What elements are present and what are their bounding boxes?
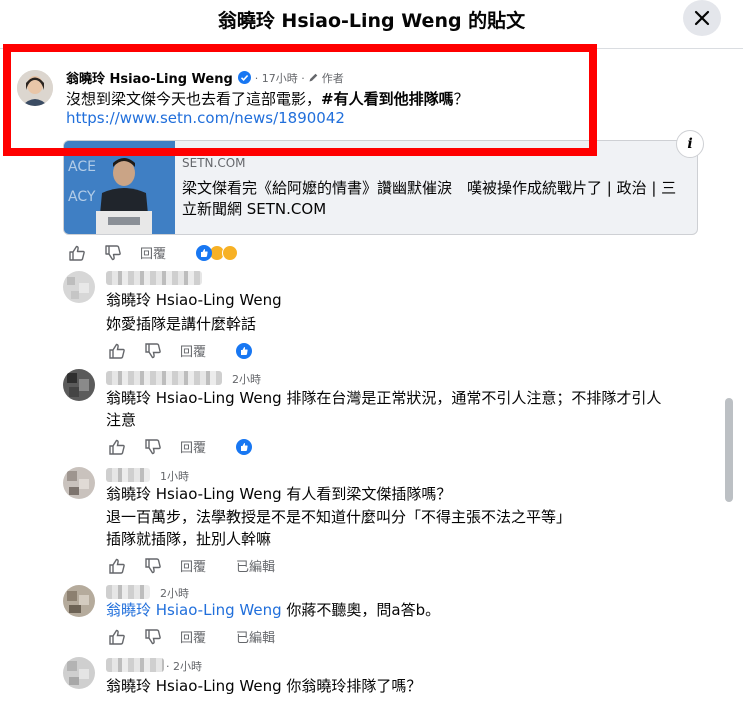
reply-button[interactable]: 回覆: [140, 243, 166, 262]
reply-button[interactable]: 回覆: [180, 556, 206, 575]
link-preview-domain: SETN.COM: [182, 156, 246, 170]
reply-button[interactable]: 回覆: [180, 341, 206, 360]
scrollbar-thumb[interactable]: [725, 398, 733, 502]
comment-time[interactable]: · 2小時: [166, 658, 202, 674]
comment-text-line: 妳愛插隊是講什麼幹話: [106, 315, 257, 333]
thumbs-up-icon[interactable]: [68, 244, 86, 262]
thumbs-down-icon[interactable]: [144, 438, 162, 456]
thumbs-down-icon[interactable]: [104, 244, 122, 262]
mention-tag[interactable]: 翁曉玲 Hsiao-Ling Weng: [106, 601, 282, 619]
scrollbar[interactable]: [722, 49, 736, 705]
svg-text:ACE: ACE: [68, 159, 96, 175]
thumbs-up-icon[interactable]: [108, 628, 126, 646]
thumbs-up-icon[interactable]: [108, 438, 126, 456]
comment-text-line: 翁曉玲 Hsiao-Ling Weng: [106, 291, 282, 309]
thumbs-down-icon[interactable]: [144, 342, 162, 360]
commenter-avatar[interactable]: [63, 585, 95, 617]
comment-actions: 回覆: [108, 437, 253, 456]
highlight-box: [3, 44, 597, 156]
comment-actions: 回覆 已編輯: [108, 627, 275, 646]
reply-button[interactable]: 回覆: [180, 437, 206, 456]
commenter-avatar[interactable]: [63, 467, 95, 499]
commenter-name-blurred[interactable]: [106, 585, 150, 599]
commenter-name-blurred[interactable]: [106, 371, 222, 385]
comment-time[interactable]: 2小時: [232, 371, 261, 387]
commenter-avatar[interactable]: [63, 271, 95, 303]
comment-text-line: 退一百萬步，法學教授是不是不知道什麼叫分「不得主張不法之平等」: [106, 508, 572, 526]
wow-reaction-icon: [222, 244, 239, 261]
thumbs-down-icon[interactable]: [144, 628, 162, 646]
comment-text-line: 插隊就插隊，扯別人幹嘛: [106, 530, 272, 548]
edited-label: 已編輯: [236, 560, 276, 575]
link-preview-title: 梁文傑看完《給阿嬤的情書》讚幽默催淚 嘆被操作成統戰片了 | 政治 | 三立新聞…: [182, 179, 677, 218]
commenter-name-blurred[interactable]: [106, 271, 202, 285]
comment-text-line: 翁曉玲 Hsiao-Ling Weng 排隊在台灣是正常狀況，通常不引人注意；不…: [106, 389, 662, 407]
dialog-header: 翁曉玲 Hsiao-Ling Weng 的貼文: [0, 0, 743, 38]
commenter-name-blurred[interactable]: [106, 658, 164, 672]
like-reaction-icon[interactable]: [236, 342, 253, 359]
thumbs-down-icon[interactable]: [144, 557, 162, 575]
comment-text-body: 你蔣不聽奧，問a答b。: [281, 601, 441, 619]
info-button[interactable]: i: [676, 130, 704, 158]
commenter-name-blurred[interactable]: [106, 468, 150, 482]
close-icon: [694, 10, 710, 26]
thumbs-up-icon[interactable]: [108, 557, 126, 575]
comment-time[interactable]: 1小時: [160, 468, 189, 484]
comment-actions: 回覆 已編輯: [108, 556, 275, 575]
thumbs-up-icon[interactable]: [108, 342, 126, 360]
comment-text-line: 翁曉玲 Hsiao-Ling Weng 你蔣不聽奧，問a答b。: [106, 599, 440, 621]
like-reaction-icon[interactable]: [196, 244, 213, 261]
like-reaction-icon[interactable]: [236, 438, 253, 455]
post-actions: 回覆: [68, 243, 239, 262]
dialog-title: 翁曉玲 Hsiao-Ling Weng 的貼文: [217, 10, 526, 32]
comment-actions: 回覆: [108, 341, 253, 360]
reply-button[interactable]: 回覆: [180, 627, 206, 646]
commenter-avatar[interactable]: [63, 369, 95, 401]
comment-text-line: 注意: [106, 411, 137, 429]
comment-text-line: 翁曉玲 Hsiao-Ling Weng 你翁曉玲排隊了嗎？: [106, 677, 422, 695]
close-button[interactable]: [683, 0, 721, 36]
commenter-avatar[interactable]: [63, 657, 95, 689]
comment-text-line: 翁曉玲 Hsiao-Ling Weng 有人看到梁文傑插隊嗎？: [106, 485, 452, 503]
edited-label: 已編輯: [236, 631, 276, 646]
svg-text:ACY: ACY: [68, 189, 96, 205]
